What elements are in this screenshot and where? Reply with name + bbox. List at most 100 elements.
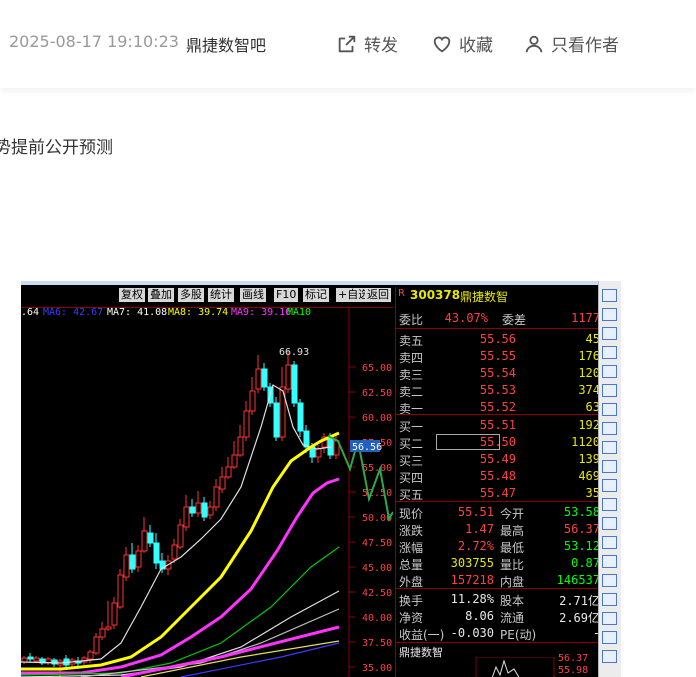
moving-average-line — [140, 640, 340, 677]
moving-average-line — [21, 477, 340, 675]
price-axis-label: 40.00 — [362, 613, 392, 624]
arrow-up-icon[interactable] — [602, 308, 617, 321]
candle-body — [27, 656, 34, 660]
toolbar-item-1[interactable]: 叠加 — [148, 288, 174, 302]
circle-icon[interactable] — [602, 555, 617, 568]
stats2-value: -0.030 — [450, 626, 494, 640]
stock-name: 鼎捷数智 — [460, 290, 509, 304]
candle-body — [177, 524, 184, 548]
stats-label: 最高 — [500, 524, 525, 538]
stats2-label: 股本 — [500, 594, 525, 608]
toolbar-item-4[interactable]: 画线 — [240, 288, 266, 302]
candle-body — [189, 506, 196, 514]
chart-line-icon[interactable] — [602, 365, 617, 378]
stats-value: 0.87 — [571, 556, 600, 570]
arrow-left-icon[interactable] — [602, 289, 617, 302]
share-label: 转发 — [364, 36, 398, 56]
f10-icon[interactable] — [602, 460, 617, 473]
candle-body — [225, 466, 232, 478]
f12-icon[interactable] — [602, 517, 617, 530]
heart-icon — [433, 36, 451, 52]
stats2-label: 流通 — [500, 611, 525, 625]
stats-label: 最低 — [500, 541, 525, 555]
author-name[interactable]: 鼎捷数智吧 — [186, 32, 266, 56]
compare-icon[interactable] — [602, 536, 617, 549]
stats-label: 现价 — [399, 507, 424, 521]
pen-icon[interactable] — [602, 650, 617, 663]
info-icon[interactable] — [602, 498, 617, 511]
arrow-down-icon[interactable] — [602, 327, 617, 340]
ask-volume: 176 — [578, 349, 600, 363]
wave-icon[interactable] — [602, 574, 617, 587]
candle-body — [303, 430, 310, 448]
price-axis-label: 60.00 — [362, 413, 392, 424]
toolbar-item-8[interactable]: 返回 — [365, 288, 391, 302]
candle-body — [237, 436, 244, 456]
ask-row: 卖五 55.56 45 — [396, 332, 600, 349]
author-only-button[interactable]: 只看作者 — [523, 31, 619, 56]
ask-label: 卖二 — [399, 385, 424, 399]
table-icon[interactable] — [602, 422, 617, 435]
post-image-stock-terminal[interactable]: 复权 叠加 多股 统计 画线 F10 标记 +自选 返回 .64 MA6: 42.67 MA7: 4… — [21, 281, 621, 677]
toolbar-item-3[interactable]: 统计 — [208, 288, 234, 302]
candle-body — [273, 402, 280, 438]
stats2-value: 2.71亿 — [559, 594, 600, 608]
post-timestamp: 2025-08-17 19:10:23 — [9, 32, 179, 51]
candle-body — [153, 542, 160, 564]
toolbar-item-0[interactable]: 复权 — [119, 288, 145, 302]
stats-value: 303755 — [450, 556, 494, 570]
bar-chart-icon[interactable] — [602, 384, 617, 397]
price-axis-label: 45.00 — [362, 563, 392, 574]
candle-body — [111, 602, 118, 626]
toolbar-item-6[interactable]: 标记 — [303, 288, 329, 302]
ask-row: 卖二 55.53 374 — [396, 383, 600, 400]
bid-price: 55.49 — [479, 452, 516, 466]
bid2-highlight — [436, 434, 500, 450]
candle-body — [249, 390, 256, 412]
stats-label: 涨幅 — [399, 541, 424, 555]
candle-body — [261, 368, 268, 388]
stats-value: 146537 — [556, 573, 600, 587]
ask-price: 55.54 — [479, 366, 516, 380]
stock-code: 300378 — [410, 288, 461, 302]
ask-label: 卖四 — [399, 351, 424, 365]
stats2-row: 换手 11.28% 股本 2.71亿 — [396, 592, 600, 609]
candle-body — [171, 544, 178, 560]
candle-body — [195, 502, 202, 514]
toolbar-item-2[interactable]: 多股 — [178, 288, 204, 302]
price-axis-label: 62.50 — [362, 388, 392, 399]
ask-row: 卖四 55.55 176 — [396, 349, 600, 366]
bid-volume: 1120 — [571, 435, 600, 449]
ask-row: 卖三 55.54 120 — [396, 366, 600, 383]
stats2-label: 净资 — [399, 611, 424, 625]
move-icon[interactable] — [602, 631, 617, 644]
bid-volume: 469 — [578, 469, 600, 483]
stats2-value: 11.28% — [450, 592, 494, 606]
candle-body — [219, 476, 226, 490]
toolbar-item-5[interactable]: F10 — [274, 288, 299, 302]
share-button[interactable]: 转发 — [336, 31, 398, 56]
favorite-button[interactable]: 收藏 — [431, 31, 493, 56]
document-icon[interactable] — [602, 479, 617, 492]
rsi-icon[interactable] — [602, 593, 617, 606]
list-icon[interactable] — [602, 441, 617, 454]
bid-price: 55.48 — [479, 469, 516, 483]
candle-body — [105, 626, 112, 630]
dollar-icon[interactable] — [602, 612, 617, 625]
stats-value: 2.72% — [457, 539, 494, 553]
candle-body — [297, 402, 304, 432]
ask-price: 55.52 — [479, 400, 516, 414]
candle-icon[interactable] — [602, 403, 617, 416]
grid-icon[interactable] — [602, 346, 617, 359]
stats-value: 53.12 — [563, 539, 600, 553]
candle-body — [285, 364, 292, 390]
candle-body — [243, 410, 250, 438]
post-text: 势提前公开预测 — [0, 138, 113, 158]
candle-body — [213, 486, 220, 508]
candle-body — [315, 448, 322, 458]
candle-body — [87, 651, 94, 660]
stats2-value: 2.69亿 — [559, 611, 600, 625]
stats-label: 涨跌 — [399, 524, 424, 538]
stats-row: 涨幅 2.72% 最低 53.12 — [396, 539, 600, 556]
candle-body — [117, 574, 124, 608]
